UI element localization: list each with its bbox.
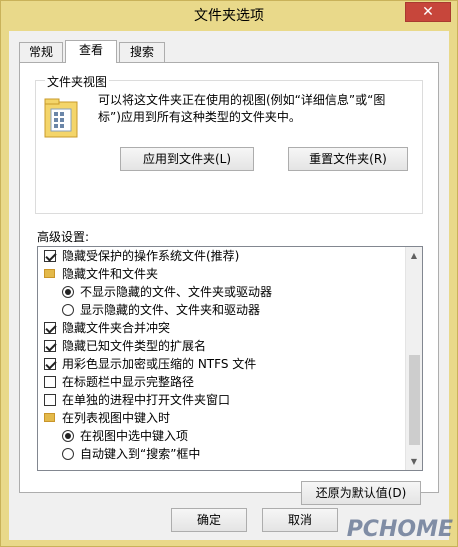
tab-view[interactable]: 查看 <box>65 40 117 63</box>
checkbox[interactable] <box>44 394 56 406</box>
folder-icon <box>44 269 55 278</box>
scroll-thumb[interactable] <box>409 355 420 445</box>
vertical-scrollbar[interactable]: ▲ ▼ <box>405 247 422 470</box>
folder-view-icon <box>44 98 78 138</box>
radio-button[interactable] <box>62 430 74 442</box>
advanced-settings-label: 高级设置: <box>37 230 90 244</box>
folder-views-description: 可以将这文件夹正在使用的视图(例如“详细信息”或“图标”)应用到所有这种类型的文… <box>98 93 386 124</box>
tab-search[interactable]: 搜索 <box>119 42 165 62</box>
radio-button[interactable] <box>62 304 74 316</box>
close-button[interactable]: ✕ <box>405 2 451 22</box>
folder-views-legend: 文件夹视图 <box>45 73 110 90</box>
cancel-button[interactable]: 取消 <box>262 508 338 532</box>
radio-button[interactable] <box>62 448 74 460</box>
reset-folders-button[interactable]: 重置文件夹(R) <box>288 147 408 171</box>
view-tab-panel: 文件夹视图 可以将这文件夹正在使用的视图(例如“详细信息”或“图标”)应用到所有… <box>19 62 439 505</box>
checkbox[interactable] <box>44 340 56 352</box>
scroll-down-icon[interactable]: ▼ <box>406 453 422 470</box>
scroll-up-icon[interactable]: ▲ <box>406 247 422 264</box>
apply-to-folders-button[interactable]: 应用到文件夹(L) <box>120 147 254 171</box>
checkbox[interactable] <box>44 376 56 388</box>
checkbox[interactable] <box>44 250 56 262</box>
folder-views-group: 文件夹视图 可以将这文件夹正在使用的视图(例如“详细信息”或“图标”)应用到所有… <box>35 73 423 214</box>
dialog-client-area: 常规 查看 搜索 文件夹视图 可以将这文件夹正在使用的视图(例如“详细信息”或“… <box>9 31 449 540</box>
advanced-settings-list[interactable]: 隐藏受保护的操作系统文件(推荐) 隐藏文件和文件夹 不显示隐藏的文件、文件夹或驱… <box>37 246 423 471</box>
folder-options-dialog: 文件夹选项 ✕ 常规 查看 搜索 文件夹视图 可以将这文件夹正在使用的视图(例如… <box>0 0 458 547</box>
folder-icon <box>44 413 55 422</box>
title-bar[interactable]: 文件夹选项 ✕ <box>1 1 457 31</box>
watermark-logo: PCHOME <box>346 517 453 542</box>
restore-defaults-button[interactable]: 还原为默认值(D) <box>301 481 421 505</box>
checkbox[interactable] <box>44 322 56 334</box>
tab-general[interactable]: 常规 <box>19 42 63 62</box>
ok-button[interactable]: 确定 <box>171 508 247 532</box>
window-title: 文件夹选项 <box>194 8 264 24</box>
checkbox[interactable] <box>44 358 56 370</box>
radio-button[interactable] <box>62 286 74 298</box>
